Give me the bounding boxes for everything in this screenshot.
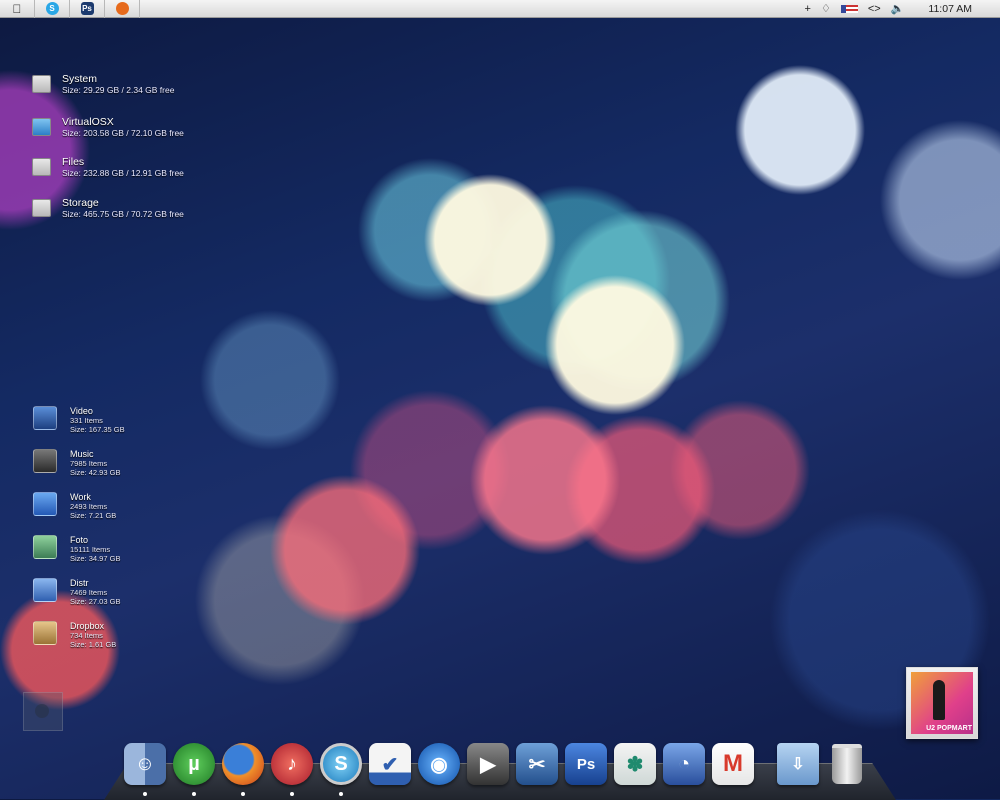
utorrent-icon: µ [173, 743, 215, 785]
dock-gmail[interactable]: M [710, 741, 756, 787]
folder-size: Size: 7.21 GB [70, 511, 117, 520]
folder-name: Music [70, 449, 94, 459]
folder-dropbox[interactable]: Dropbox 734 Items Size: 1.61 GB [33, 621, 116, 649]
downloads-folder-icon: ⇩ [777, 743, 819, 785]
folder-foto[interactable]: Foto 15111 Items Size: 34.97 GB [33, 535, 120, 563]
drop-app-icon: ◉ [418, 743, 460, 785]
dock-drop-app[interactable]: ◉ [416, 741, 462, 787]
folder-name: Foto [70, 535, 89, 545]
preview-icon: ◔ [663, 743, 705, 785]
virtual-drive-icon [32, 118, 51, 136]
folder-distr[interactable]: Distr 7469 Items Size: 27.03 GB [33, 578, 120, 606]
folder-size: Size: 167.35 GB [70, 425, 125, 434]
folder-size: Size: 34.97 GB [70, 554, 121, 563]
glass-widget-knob-icon [35, 704, 49, 718]
folder-items: 7985 Items [70, 459, 108, 468]
running-indicator [192, 792, 196, 796]
folder-items: 15111 Items [70, 545, 111, 554]
drive-size: Size: 203.58 GB / 72.10 GB free [62, 128, 184, 138]
apple-menu-icon[interactable]:  [0, 0, 35, 18]
code-icon[interactable]: <> [868, 3, 881, 15]
menubar-clock[interactable]: 11:07 AM [928, 3, 972, 15]
menu-bar:  S Ps + ♢ <> 🔈 11:07 AM [0, 0, 1000, 18]
growl-icon: ✽ [614, 743, 656, 785]
album-label: U2 POPMART [926, 725, 972, 732]
drive-virtualosx[interactable]: VirtualOSX Size: 203.58 GB / 72.10 GB fr… [32, 116, 184, 138]
flag-icon[interactable] [840, 4, 858, 13]
folder-name: Work [70, 492, 91, 502]
folder-items: 331 Items [70, 416, 103, 425]
folder-size: Size: 1.61 GB [70, 640, 117, 649]
add-icon[interactable]: + [805, 3, 811, 15]
work-folder-icon [33, 492, 57, 516]
firefox-icon [222, 743, 264, 785]
dock-video-editor[interactable]: ✂ [514, 741, 560, 787]
glass-widget[interactable] [23, 692, 63, 731]
hard-drive-icon [32, 199, 51, 217]
folder-items: 7469 Items [70, 588, 108, 597]
photo-booth-icon: ▶ [467, 743, 509, 785]
dock-utorrent[interactable]: µ [171, 741, 217, 796]
drop-icon[interactable]: ♢ [821, 2, 831, 15]
distr-folder-icon [33, 578, 57, 602]
dock-downloads-folder[interactable]: ⇩ [775, 741, 821, 787]
drive-size: Size: 232.88 GB / 12.91 GB free [62, 168, 184, 178]
finder-icon: ☺ [124, 743, 166, 785]
menubar-photoshop-icon[interactable]: Ps [70, 0, 105, 18]
dock-tasks[interactable]: ✔ [367, 741, 413, 787]
drive-storage[interactable]: Storage Size: 465.75 GB / 70.72 GB free [32, 197, 184, 219]
drive-name: System [62, 73, 98, 85]
video-folder-icon [33, 406, 57, 430]
menubar-firefox-icon[interactable] [105, 0, 140, 18]
trash-icon [832, 744, 862, 784]
drive-name: Storage [62, 197, 99, 209]
dock-photo-booth[interactable]: ▶ [465, 741, 511, 787]
folder-size: Size: 42.93 GB [70, 468, 121, 477]
photo-folder-icon [33, 535, 57, 559]
photoshop-icon: Ps [565, 743, 607, 785]
dock-trash[interactable] [824, 741, 870, 787]
running-indicator [290, 792, 294, 796]
dock-finder[interactable]: ☺ [122, 741, 168, 796]
folder-music[interactable]: Music 7985 Items Size: 42.93 GB [33, 449, 120, 477]
drive-size: Size: 29.29 GB / 2.34 GB free [62, 85, 175, 95]
folder-video[interactable]: Video 331 Items Size: 167.35 GB [33, 406, 125, 434]
folder-work[interactable]: Work 2493 Items Size: 7.21 GB [33, 492, 116, 520]
folder-name: Dropbox [70, 621, 105, 631]
dock-itunes[interactable]: ♪ [269, 741, 315, 796]
drive-files[interactable]: Files Size: 232.88 GB / 12.91 GB free [32, 156, 184, 178]
tasks-icon: ✔ [369, 743, 411, 785]
dock-skype[interactable]: S [318, 741, 364, 796]
drive-name: VirtualOSX [62, 116, 114, 128]
dock: ☺ µ ♪ S ✔ ◉ ▶ ✂ Ps ✽ ◔ M ⇩ [122, 737, 882, 796]
dock-preview[interactable]: ◔ [661, 741, 707, 787]
album-artwork[interactable]: U2 POPMART [906, 667, 978, 739]
running-indicator [143, 792, 147, 796]
skype-icon: S [320, 743, 362, 785]
dock-growl[interactable]: ✽ [612, 741, 658, 787]
folder-name: Distr [70, 578, 89, 588]
running-indicator [241, 792, 245, 796]
running-indicator [339, 792, 343, 796]
folder-name: Video [70, 406, 93, 416]
menubar-skype-icon[interactable]: S [35, 0, 70, 18]
itunes-icon: ♪ [271, 743, 313, 785]
dock-separator [759, 747, 767, 787]
dropbox-folder-icon [33, 621, 57, 645]
folder-items: 734 Items [70, 631, 103, 640]
dock-photoshop[interactable]: Ps [563, 741, 609, 787]
drive-name: Files [62, 156, 85, 168]
gmail-icon: M [712, 743, 754, 785]
folder-items: 2493 Items [70, 502, 108, 511]
folder-size: Size: 27.03 GB [70, 597, 121, 606]
video-editor-icon: ✂ [516, 743, 558, 785]
drive-system[interactable]: System Size: 29.29 GB / 2.34 GB free [32, 73, 174, 95]
volume-icon[interactable]: 🔈 [891, 2, 905, 15]
dock-firefox[interactable] [220, 741, 266, 796]
dancer-figure-icon [933, 680, 945, 720]
hard-drive-icon [32, 75, 51, 93]
hard-drive-icon [32, 158, 51, 176]
music-folder-icon [33, 449, 57, 473]
drive-size: Size: 465.75 GB / 70.72 GB free [62, 209, 184, 219]
